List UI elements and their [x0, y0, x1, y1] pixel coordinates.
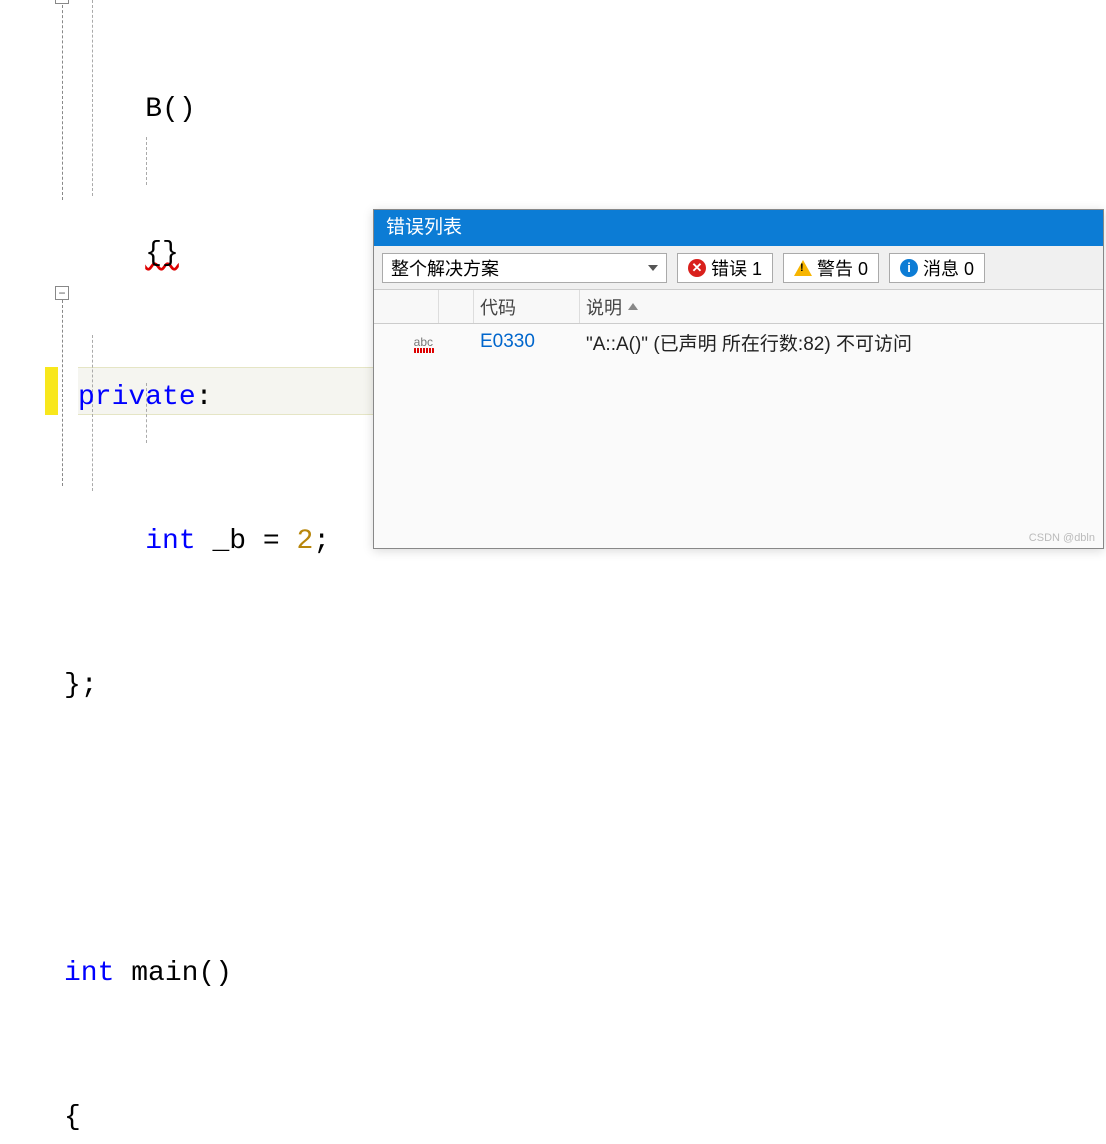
- warning-icon: [794, 260, 812, 276]
- header-code[interactable]: 代码: [474, 290, 580, 323]
- scope-dropdown[interactable]: 整个解决方案: [382, 253, 667, 283]
- dropdown-label: 整个解决方案: [391, 255, 499, 281]
- code-content: B() {} private: int _b = 2; }; int main(…: [78, 0, 330, 1144]
- intellisense-icon: abc: [414, 335, 433, 349]
- error-list-panel: 错误列表 整个解决方案 ✕ 错误 1 警告 0 i 消息 0 代码 说明 a: [373, 209, 1104, 549]
- close-brace: };: [64, 670, 98, 701]
- sort-ascending-icon: [628, 303, 638, 310]
- keyword-int: int: [64, 958, 114, 989]
- info-icon: i: [900, 259, 918, 277]
- error-icon: ✕: [688, 259, 706, 277]
- warnings-filter-button[interactable]: 警告 0: [783, 253, 879, 283]
- brace-error: {}: [145, 238, 179, 269]
- header-description[interactable]: 说明: [580, 290, 1103, 323]
- gutter: − −: [0, 0, 75, 572]
- ctor-name: B(): [145, 94, 195, 125]
- panel-toolbar: 整个解决方案 ✕ 错误 1 警告 0 i 消息 0: [374, 246, 1103, 290]
- fold-toggle-icon[interactable]: −: [55, 0, 69, 4]
- panel-title: 错误列表: [374, 210, 1103, 246]
- chevron-down-icon: [648, 265, 658, 271]
- messages-filter-button[interactable]: i 消息 0: [889, 253, 985, 283]
- table-header: 代码 说明: [374, 290, 1103, 324]
- fold-toggle-icon[interactable]: −: [55, 286, 69, 300]
- error-row[interactable]: abc E0330 "A::A()" (已声明 所在行数:82) 不可访问: [374, 324, 1103, 360]
- watermark: CSDN @dbln: [1029, 532, 1095, 544]
- errors-filter-button[interactable]: ✕ 错误 1: [677, 253, 773, 283]
- keyword-private: private: [78, 382, 196, 413]
- main-func: main(): [114, 958, 232, 989]
- keyword-int: int: [145, 526, 195, 557]
- error-code: E0330: [474, 331, 580, 353]
- error-description: "A::A()" (已声明 所在行数:82) 不可访问: [580, 329, 1103, 356]
